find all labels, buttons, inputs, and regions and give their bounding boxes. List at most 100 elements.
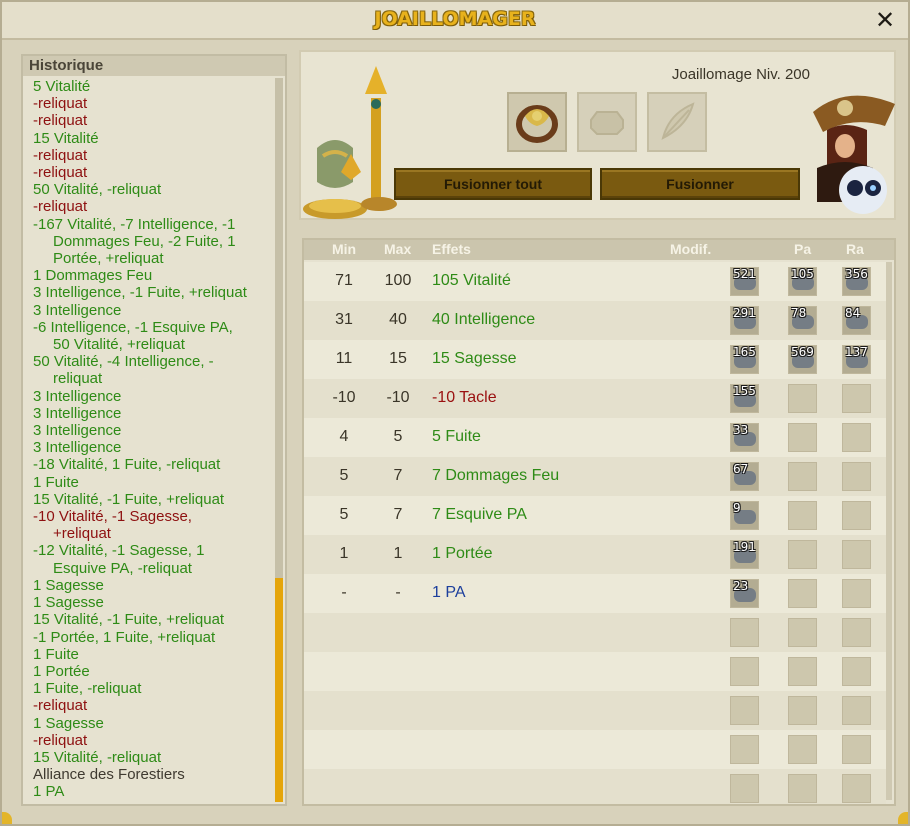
item-slot-orb[interactable] <box>647 92 707 152</box>
rune-count: 67 <box>733 462 749 476</box>
pa-rune-slot[interactable] <box>788 540 817 569</box>
history-entry: -10 Vitalité, -1 Sagesse, +reliquat <box>33 508 273 542</box>
pa-rune-slot[interactable] <box>788 696 817 725</box>
pa-rune-slot[interactable] <box>788 501 817 530</box>
pa-rune-slot[interactable] <box>788 774 817 803</box>
table-row <box>304 691 886 730</box>
history-entry-text: -10 Vitalité, -1 Sagesse, <box>33 508 192 526</box>
history-entry: Alliance des Forestiers <box>33 766 273 783</box>
history-entry: -reliquat <box>33 732 273 749</box>
ra-rune-slot[interactable]: 137 <box>842 345 871 374</box>
history-scroll-thumb[interactable] <box>275 578 283 802</box>
pa-rune-slot[interactable] <box>788 423 817 452</box>
modif-rune-slot[interactable]: 67 <box>730 462 759 491</box>
history-entry-text: -reliquat <box>33 697 88 715</box>
modif-rune-slot[interactable] <box>730 735 759 764</box>
modif-rune-slot[interactable]: 521 <box>730 267 759 296</box>
pa-rune-slot[interactable]: 569 <box>788 345 817 374</box>
ra-rune-slot[interactable] <box>842 735 871 764</box>
pa-rune-slot[interactable] <box>788 579 817 608</box>
history-entry: 1 Dommages Feu <box>33 267 273 284</box>
ra-rune-slot[interactable]: 356 <box>842 267 871 296</box>
pa-rune-slot[interactable] <box>788 462 817 491</box>
pa-rune-slot[interactable] <box>788 735 817 764</box>
effect-label: 7 Dommages Feu <box>432 467 560 484</box>
history-entry-text: -167 Vitalité, -7 Intelligence, -1 <box>33 215 236 233</box>
history-entry-text: -reliquat <box>33 112 88 130</box>
history-entry: 3 Intelligence <box>33 439 273 456</box>
pa-rune-slot[interactable] <box>788 618 817 647</box>
window-title: JOAILLOMAGER <box>374 8 536 30</box>
item-slot-signature[interactable] <box>577 92 637 152</box>
history-entry-text: 1 Fuite <box>33 473 79 491</box>
ra-rune-slot[interactable] <box>842 540 871 569</box>
modif-rune-slot[interactable] <box>730 618 759 647</box>
table-scrollbar[interactable] <box>886 262 892 800</box>
pa-rune-slot[interactable]: 105 <box>788 267 817 296</box>
history-entry: -6 Intelligence, -1 Esquive PA, 50 Vitali… <box>33 319 273 353</box>
effects-table: Min Max Effets Modif. Pa Ra 71 100 105 Vit… <box>302 238 896 806</box>
min-value: 71 <box>335 272 353 289</box>
item-slot-ring[interactable] <box>507 92 567 152</box>
rune-count: 84 <box>845 306 861 320</box>
ra-rune-slot[interactable] <box>842 657 871 686</box>
table-row: 5 7 7 Esquive PA 9 <box>304 496 886 535</box>
modif-rune-slot[interactable]: 23 <box>730 579 759 608</box>
rune-count: 165 <box>733 345 756 359</box>
modif-rune-slot[interactable]: 9 <box>730 501 759 530</box>
history-scrollbar[interactable] <box>275 78 283 802</box>
history-entry-text: -reliquat <box>33 198 88 216</box>
ra-rune-slot[interactable] <box>842 384 871 413</box>
history-entry: 3 Intelligence <box>33 388 273 405</box>
history-entry-text: 1 Sagesse <box>33 714 104 732</box>
fuse-button[interactable]: Fusionner <box>600 168 800 200</box>
history-entry-text: 50 Vitalité, -reliquat <box>33 181 162 199</box>
table-row: - - 1 PA 23 <box>304 574 886 613</box>
ra-rune-slot[interactable] <box>842 501 871 530</box>
ra-rune-slot[interactable] <box>842 579 871 608</box>
pa-rune-slot[interactable] <box>788 384 817 413</box>
min-value: 31 <box>335 311 353 328</box>
modif-rune-slot[interactable] <box>730 774 759 803</box>
modif-rune-slot[interactable]: 191 <box>730 540 759 569</box>
history-header: Historique <box>23 56 285 76</box>
history-entry-continuation: Portée, +reliquat <box>53 250 164 268</box>
history-entry-text: -12 Vitalité, -1 Sagesse, 1 <box>33 542 205 560</box>
ra-rune-slot[interactable]: 84 <box>842 306 871 335</box>
col-pa: Pa <box>794 241 812 257</box>
avatar <box>813 95 895 214</box>
table-row: 4 5 5 Fuite 33 <box>304 418 886 457</box>
title-bar: JOAILLOMAGER ✕ <box>2 2 908 40</box>
max-value: 100 <box>384 272 412 289</box>
close-icon[interactable]: ✕ <box>874 8 896 32</box>
fuse-all-button[interactable]: Fusionner tout <box>394 168 592 200</box>
history-entry-continuation: +reliquat <box>53 525 111 543</box>
modif-rune-slot[interactable] <box>730 657 759 686</box>
history-entry: 15 Vitalité, -1 Fuite, +reliquat <box>33 611 273 628</box>
modif-rune-slot[interactable]: 155 <box>730 384 759 413</box>
table-row: -10 -10 -10 Tacle 155 <box>304 379 886 418</box>
modif-rune-slot[interactable]: 165 <box>730 345 759 374</box>
history-entry-text: -reliquat <box>33 95 88 113</box>
ra-rune-slot[interactable] <box>842 696 871 725</box>
max-value: 1 <box>393 545 403 562</box>
pa-rune-slot[interactable]: 78 <box>788 306 817 335</box>
modif-rune-slot[interactable]: 33 <box>730 423 759 452</box>
history-entry: 15 Vitalité, -1 Fuite, +reliquat <box>33 491 273 508</box>
ra-rune-slot[interactable] <box>842 423 871 452</box>
ra-rune-slot[interactable] <box>842 618 871 647</box>
ra-rune-slot[interactable] <box>842 774 871 803</box>
history-entry: -reliquat <box>33 112 273 129</box>
modif-rune-slot[interactable]: 291 <box>730 306 759 335</box>
history-entry: -reliquat <box>33 95 273 112</box>
ra-rune-slot[interactable] <box>842 462 871 491</box>
max-value: 7 <box>393 506 403 523</box>
modif-rune-slot[interactable] <box>730 696 759 725</box>
history-entry: 50 Vitalité, -4 Intelligence, - reliquat <box>33 353 273 387</box>
pa-rune-slot[interactable] <box>788 657 817 686</box>
history-entry: 3 Intelligence <box>33 405 273 422</box>
feather-icon <box>661 102 695 140</box>
min-value: 4 <box>339 428 349 445</box>
history-entry: 1 Fuite, -reliquat <box>33 680 273 697</box>
history-entry-text: 15 Vitalité, -1 Fuite, +reliquat <box>33 611 225 629</box>
